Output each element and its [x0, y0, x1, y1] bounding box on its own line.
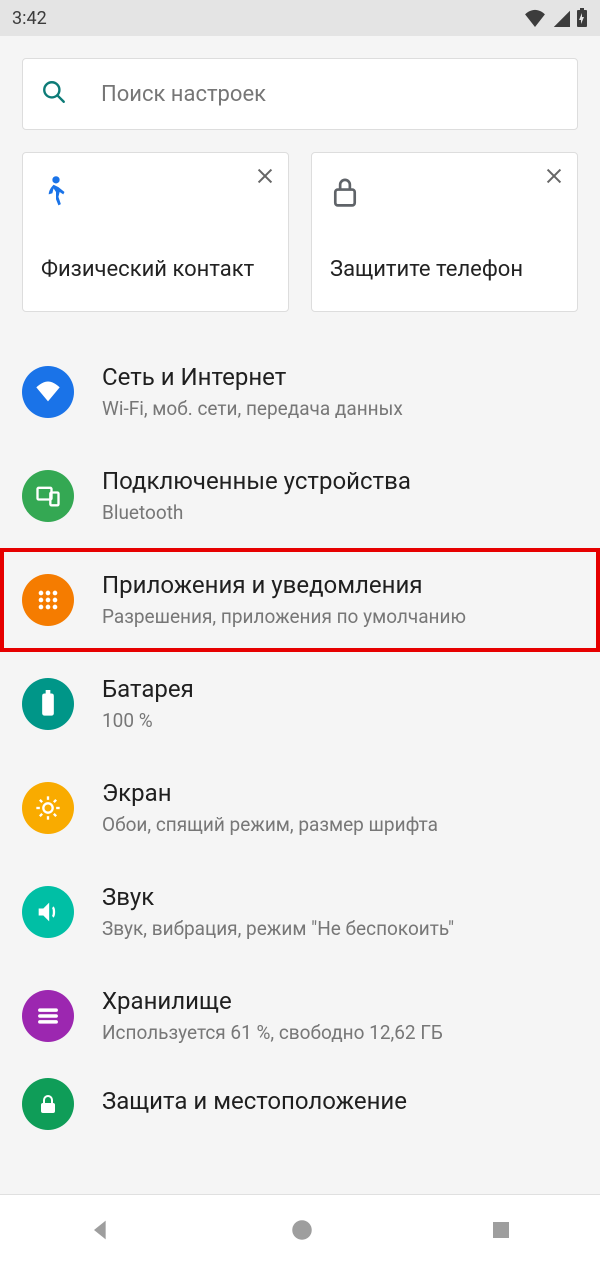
- item-title: Защита и местоположение: [102, 1086, 578, 1117]
- apps-icon: [22, 574, 74, 626]
- search-placeholder: Поиск настроек: [101, 82, 266, 107]
- brightness-icon: [22, 782, 74, 834]
- card-title: Физический контакт: [41, 256, 270, 285]
- suggestion-cards: Физический контакт Защитите телефон: [22, 152, 578, 312]
- close-icon[interactable]: [254, 165, 276, 191]
- item-subtitle: Обои, спящий режим, размер шрифта: [102, 813, 578, 838]
- settings-list: Сеть и Интернет Wi-Fi, моб. сети, переда…: [0, 340, 600, 1194]
- item-subtitle: Разрешения, приложения по умолчанию: [102, 605, 578, 630]
- volume-icon: [22, 886, 74, 938]
- card-protect-phone[interactable]: Защитите телефон: [311, 152, 578, 312]
- item-subtitle: Bluetooth: [102, 501, 578, 526]
- item-title: Хранилище: [102, 986, 578, 1017]
- item-sound[interactable]: Звук Звук, вибрация, режим "Не беспокоит…: [0, 860, 600, 964]
- battery-icon: [22, 678, 74, 730]
- search-bar[interactable]: Поиск настроек: [22, 58, 578, 130]
- nav-recent[interactable]: [489, 1218, 513, 1246]
- item-title: Батарея: [102, 674, 578, 705]
- status-bar: 3:42: [0, 0, 600, 36]
- item-subtitle: Используется 61 %, свободно 12,62 ГБ: [102, 1021, 578, 1046]
- item-subtitle: 100 %: [102, 709, 578, 734]
- item-subtitle: Звук, вибрация, режим "Не беспокоить": [102, 917, 578, 942]
- nav-bar: [0, 1194, 600, 1268]
- wifi-icon: [22, 366, 74, 418]
- item-title: Подключенные устройства: [102, 466, 578, 497]
- status-time: 3:42: [12, 8, 47, 29]
- item-subtitle: Wi-Fi, моб. сети, передача данных: [102, 397, 578, 422]
- walking-icon: [41, 175, 270, 213]
- item-security-location[interactable]: Защита и местоположение: [0, 1068, 600, 1130]
- item-storage[interactable]: Хранилище Используется 61 %, свободно 12…: [0, 964, 600, 1068]
- search-icon: [41, 79, 67, 109]
- lock-icon: [22, 1078, 74, 1130]
- card-title: Защитите телефон: [330, 256, 559, 285]
- status-icons: [524, 8, 588, 28]
- item-title: Экран: [102, 778, 578, 809]
- item-apps-notifications[interactable]: Приложения и уведомления Разрешения, при…: [0, 548, 600, 652]
- lock-icon: [330, 175, 559, 213]
- signal-icon: [552, 9, 570, 27]
- item-title: Приложения и уведомления: [102, 570, 578, 601]
- storage-icon: [22, 990, 74, 1042]
- item-network[interactable]: Сеть и Интернет Wi-Fi, моб. сети, переда…: [0, 340, 600, 444]
- wifi-icon: [524, 9, 546, 27]
- item-title: Звук: [102, 882, 578, 913]
- devices-icon: [22, 470, 74, 522]
- item-display[interactable]: Экран Обои, спящий режим, размер шрифта: [0, 756, 600, 860]
- nav-home[interactable]: [289, 1217, 315, 1247]
- nav-back[interactable]: [87, 1216, 115, 1248]
- item-title: Сеть и Интернет: [102, 362, 578, 393]
- item-battery[interactable]: Батарея 100 %: [0, 652, 600, 756]
- item-connected-devices[interactable]: Подключенные устройства Bluetooth: [0, 444, 600, 548]
- card-physical-contact[interactable]: Физический контакт: [22, 152, 289, 312]
- close-icon[interactable]: [543, 165, 565, 191]
- battery-icon: [576, 8, 588, 28]
